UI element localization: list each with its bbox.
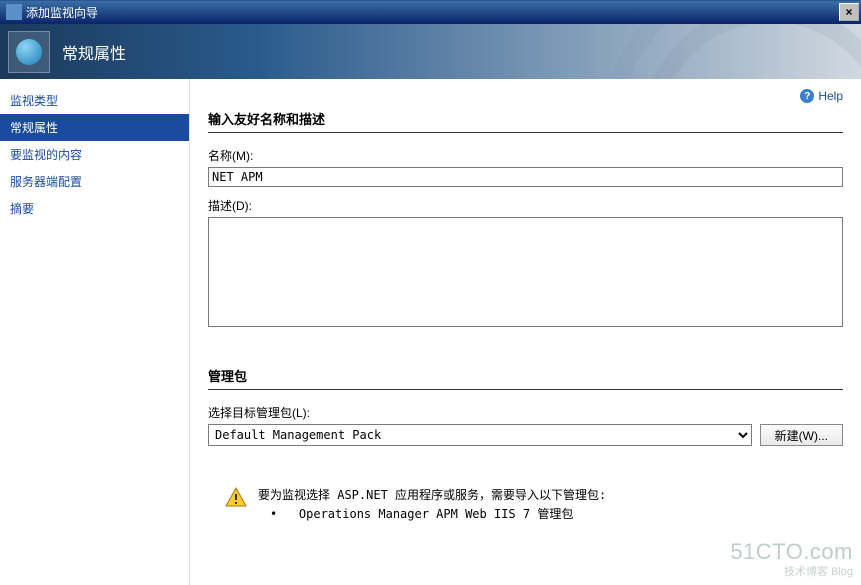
warning-box: 要为监视选择 ASP.NET 应用程序或服务，需要导入以下管理包: • Oper… xyxy=(208,486,843,524)
new-button[interactable]: 新建(W)... xyxy=(760,424,843,446)
sidebar-item-label: 要监视的内容 xyxy=(10,148,82,162)
help-label: Help xyxy=(818,89,843,103)
decorative-swirl xyxy=(601,24,861,79)
close-icon: × xyxy=(845,5,852,19)
header-banner: 常规属性 xyxy=(0,24,861,79)
sidebar-item-what-to-monitor[interactable]: 要监视的内容 xyxy=(0,141,189,168)
header-title: 常规属性 xyxy=(62,40,126,64)
management-pack-select[interactable]: Default Management Pack xyxy=(208,424,752,446)
close-button[interactable]: × xyxy=(839,3,859,21)
sidebar-item-monitor-type[interactable]: 监视类型 xyxy=(0,87,189,114)
warning-icon xyxy=(224,486,248,510)
sphere-icon xyxy=(16,39,42,65)
sidebar-item-label: 常规属性 xyxy=(10,121,58,135)
description-textarea[interactable] xyxy=(208,217,843,327)
description-label: 描述(D): xyxy=(208,197,843,214)
sidebar-item-label: 服务器端配置 xyxy=(10,175,82,189)
mgmt-pack-label: 选择目标管理包(L): xyxy=(208,404,843,421)
wizard-sidebar: 监视类型 常规属性 要监视的内容 服务器端配置 摘要 xyxy=(0,79,190,585)
sidebar-item-server-side-config[interactable]: 服务器端配置 xyxy=(0,168,189,195)
help-link[interactable]: ? Help xyxy=(800,89,843,103)
warning-text: 要为监视选择 ASP.NET 应用程序或服务，需要导入以下管理包: • Oper… xyxy=(258,486,606,524)
sidebar-item-summary[interactable]: 摘要 xyxy=(0,195,189,222)
sidebar-item-label: 监视类型 xyxy=(10,94,58,108)
sidebar-item-label: 摘要 xyxy=(10,202,34,216)
warning-line1: 要为监视选择 ASP.NET 应用程序或服务，需要导入以下管理包: xyxy=(258,486,606,505)
section-title-friendly-name: 输入友好名称和描述 xyxy=(208,109,843,133)
warning-line2: • Operations Manager APM Web IIS 7 管理包 xyxy=(258,505,606,524)
name-input[interactable] xyxy=(208,167,843,187)
name-label: 名称(M): xyxy=(208,147,843,164)
header-icon-box xyxy=(8,31,50,73)
app-icon xyxy=(6,4,22,20)
titlebar: 添加监视向导 × xyxy=(0,0,861,24)
main-panel: ? Help 输入友好名称和描述 名称(M): 描述(D): 管理包 选择目标管… xyxy=(190,79,861,585)
section-title-management-pack: 管理包 xyxy=(208,366,843,390)
help-icon: ? xyxy=(800,89,814,103)
window-title: 添加监视向导 xyxy=(26,4,839,21)
sidebar-item-general-properties[interactable]: 常规属性 xyxy=(0,114,189,141)
content-area: 监视类型 常规属性 要监视的内容 服务器端配置 摘要 ? Help 输入友好名称… xyxy=(0,79,861,585)
